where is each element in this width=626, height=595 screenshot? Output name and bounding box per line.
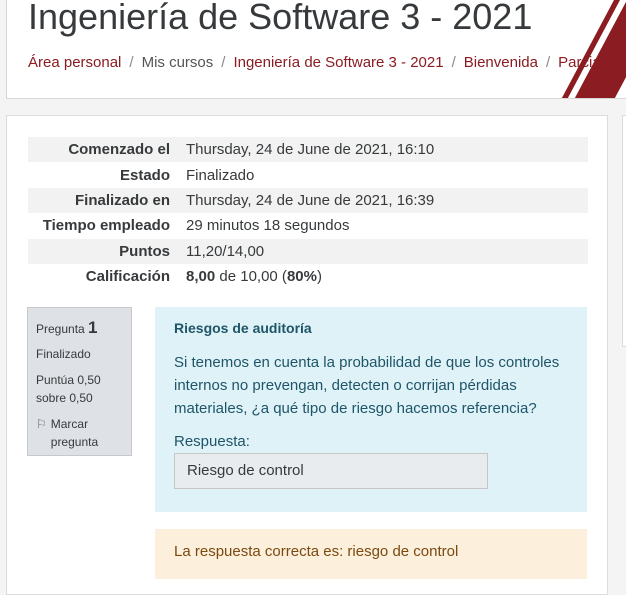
breadcrumb: Área personal / Mis cursos / Ingeniería …	[28, 54, 604, 71]
question-number-row: Pregunta 1	[36, 315, 123, 341]
flag-icon[interactable]: ⚐	[36, 415, 47, 433]
breadcrumb-separator: /	[545, 54, 551, 71]
page-header: Ingeniería de Software 3 - 2021 Área per…	[6, 0, 626, 99]
question-title: Riesgos de auditoría	[174, 320, 312, 336]
summary-value: 11,20/14,00	[186, 242, 265, 260]
summary-value: Finalizado	[186, 166, 255, 184]
grade-of: de 10,00 (	[219, 268, 287, 286]
question-grade: Puntúa 0,50 sobre 0,50	[36, 372, 101, 405]
summary-label: Finalizado en	[74, 191, 170, 209]
answer-label: Respuesta:	[174, 433, 250, 450]
answer-field[interactable]: Riesgo de control	[174, 453, 488, 489]
summary-row: Comenzado el Thursday, 24 de June de 202…	[28, 137, 588, 163]
summary-row: Tiempo empleado 29 minutos 18 segundos	[28, 213, 588, 238]
breadcrumb-mis-cursos[interactable]: Mis cursos	[142, 54, 214, 71]
summary-label: Puntos	[119, 242, 170, 260]
summary-value: Thursday, 24 de June de 2021, 16:39	[186, 191, 435, 209]
summary-value: 29 minutos 18 segundos	[186, 217, 350, 235]
breadcrumb-course[interactable]: Ingeniería de Software 3 - 2021	[233, 54, 443, 71]
grade-value-cell: 8,00 de 10,00 (80%)	[178, 264, 588, 289]
grade-close: )	[316, 268, 322, 286]
question-state: Finalizado	[36, 346, 91, 361]
breadcrumb-area-personal[interactable]: Área personal	[28, 54, 121, 71]
breadcrumb-separator: /	[129, 54, 134, 71]
summary-value: Thursday, 24 de June de 2021, 16:10	[186, 141, 435, 159]
summary-row-grade: Calificación 8,00 de 10,00 (80%)	[28, 264, 588, 289]
question-info-panel: Pregunta 1 Finalizado Puntúa 0,50 sobre …	[27, 307, 132, 456]
summary-label: Tiempo empleado	[42, 217, 170, 235]
question-formulation: Riesgos de auditoría Si tenemos en cuent…	[155, 307, 587, 512]
grade-percent: 80%	[286, 268, 317, 286]
breadcrumb-bienvenida[interactable]: Bienvenida	[464, 54, 538, 71]
flag-question-link[interactable]: ⚐ Marcar pregunta	[36, 415, 123, 451]
page-title: Ingeniería de Software 3 - 2021	[28, 0, 533, 37]
summary-row: Puntos 11,20/14,00	[28, 238, 588, 264]
correct-answer-feedback: La respuesta correcta es: riesgo de cont…	[155, 529, 587, 579]
breadcrumb-separator: /	[221, 54, 226, 71]
question-label: Pregunta	[36, 322, 85, 336]
question-text: Si tenemos en cuenta la probabilidad de …	[174, 354, 560, 417]
grade-value: 8,00	[186, 268, 216, 286]
summary-row: Estado Finalizado	[28, 162, 588, 187]
summary-row: Finalizado en Thursday, 24 de June de 20…	[28, 187, 588, 214]
attempt-summary-table: Comenzado el Thursday, 24 de June de 202…	[28, 137, 588, 289]
summary-label: Comenzado el	[68, 141, 170, 159]
side-block-edge	[622, 115, 626, 347]
grade-label: Calificación	[85, 268, 170, 286]
breadcrumb-separator: /	[451, 54, 456, 71]
flag-label: Marcar pregunta	[50, 416, 99, 449]
summary-label: Estado	[119, 166, 170, 184]
question-number: 1	[88, 318, 98, 337]
